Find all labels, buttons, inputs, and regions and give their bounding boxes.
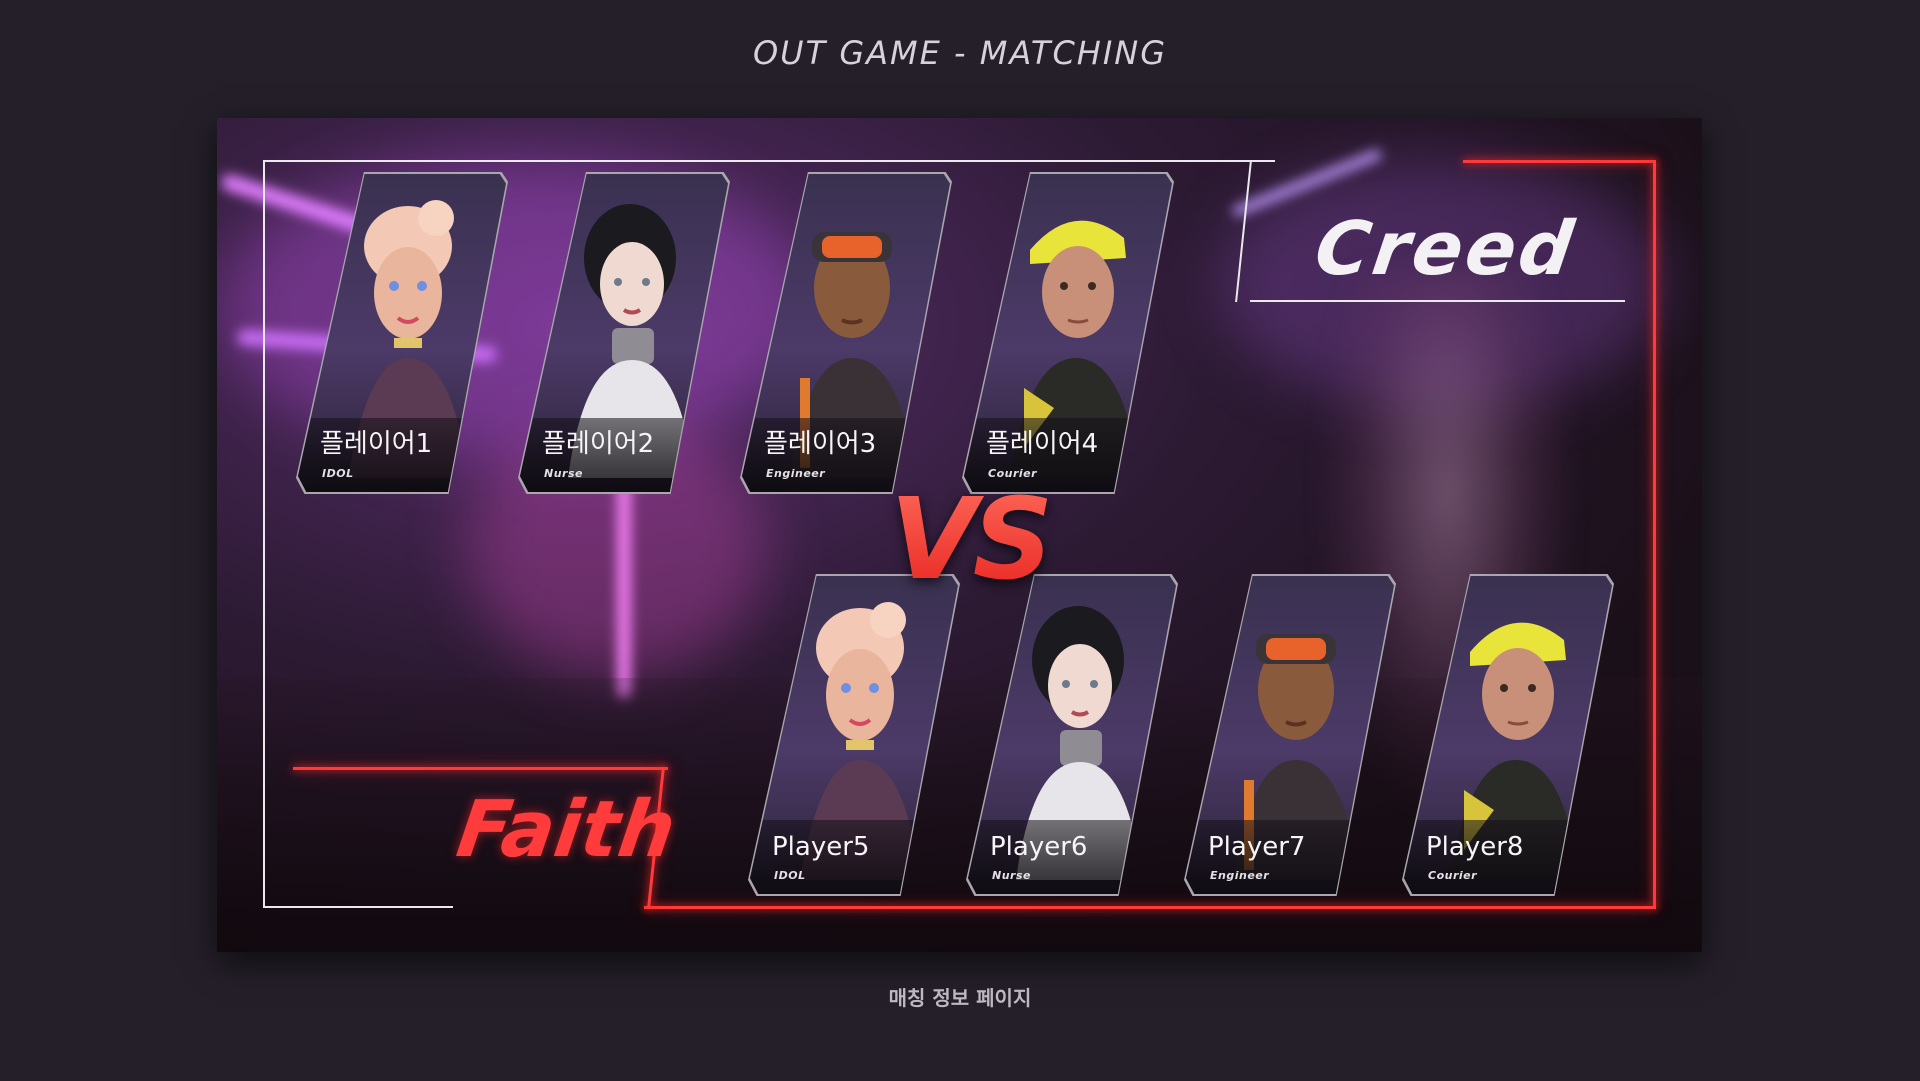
vs-label: VS [890,475,1053,605]
player-name: 플레이어4 [986,429,1099,459]
neon-line-bottom [644,906,1656,909]
neon-line-top-right [1463,160,1655,163]
neon-light-bar [617,468,631,698]
creed-underline [1250,300,1625,302]
player-class: Courier [1428,869,1478,882]
player-class: IDOL [774,869,806,882]
team-name-creed: Creed [1309,206,1582,292]
player-name: 플레이어1 [320,429,433,459]
player-name: Player6 [990,832,1088,862]
player-name: 플레이어3 [764,429,877,459]
player-class: Nurse [544,467,583,480]
player-class: Engineer [1210,869,1270,882]
page-caption: 매칭 정보 페이지 [888,986,1032,1010]
player-name: Player8 [1426,832,1524,862]
page-heading: OUT GAME - MATCHING [752,34,1168,72]
frame-line-bottom-left [263,906,453,908]
faith-underline [293,767,668,770]
player-name: 플레이어2 [542,429,655,459]
frame-line-left [263,160,265,908]
team-name-faith: Faith [451,785,681,875]
neon-line-right [1653,160,1656,908]
player-class: IDOL [322,467,354,480]
player-name: Player5 [772,832,870,862]
player-class: Engineer [766,467,826,480]
frame-line-top [263,160,1275,162]
player-name: Player7 [1208,832,1306,862]
player-class: Nurse [992,869,1031,882]
